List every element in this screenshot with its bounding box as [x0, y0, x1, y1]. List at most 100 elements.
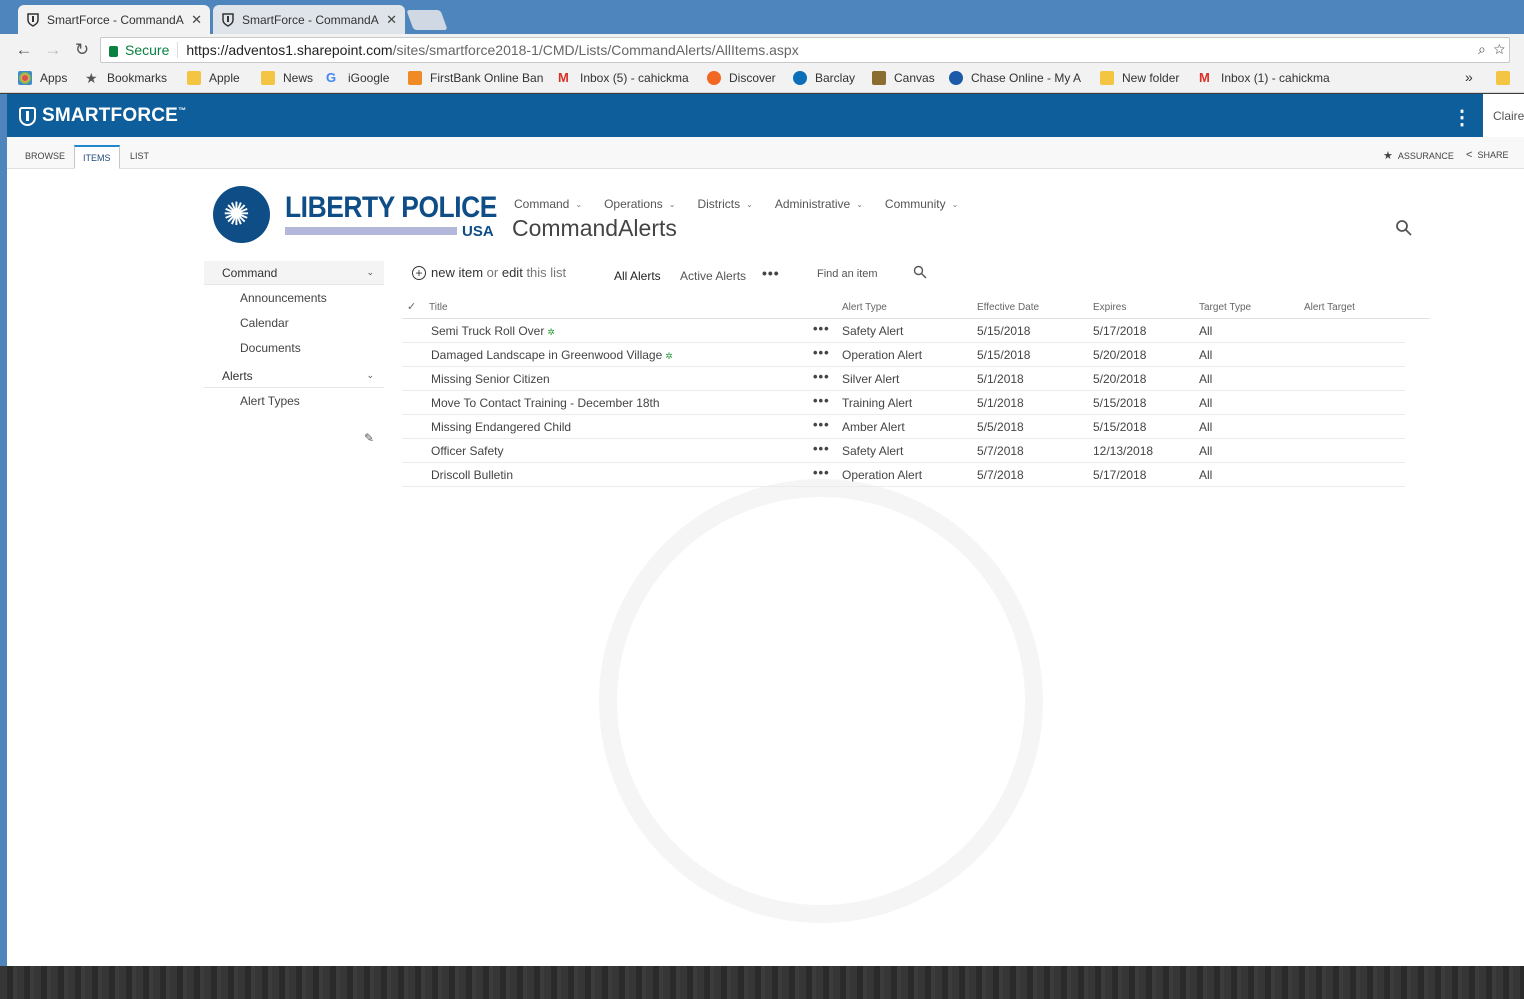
leftnav-item-announcements[interactable]: Announcements	[204, 285, 384, 310]
bookmark-barclay[interactable]: Barclay	[793, 71, 855, 85]
leftnav-command-header[interactable]: Command ⌄	[204, 261, 384, 285]
view-all-alerts[interactable]: All Alerts	[614, 269, 661, 283]
nav-administrative[interactable]: Administrative ⌄	[775, 197, 863, 211]
address-bar[interactable]: Secure https://adventos1.sharepoint.com/…	[100, 37, 1510, 63]
bookmark-apps[interactable]: Apps	[18, 71, 67, 85]
nav-operations[interactable]: Operations ⌄	[604, 197, 675, 211]
tab-browse[interactable]: BROWSE	[17, 145, 73, 169]
nav-label: Community	[884, 197, 946, 211]
select-all-checkmark-icon[interactable]: ✓	[407, 300, 416, 313]
user-account[interactable]: Claire H	[1483, 94, 1524, 137]
leftnav-alerts-header[interactable]: Alerts ⌄	[204, 364, 384, 388]
back-arrow-icon[interactable]: ←	[14, 40, 34, 60]
chevron-down-icon[interactable]: ⌄	[366, 370, 374, 381]
table-row[interactable]: Semi Truck Roll Over ✲ ••• Safety Alert 5/15…	[402, 319, 1405, 343]
leftnav-item-documents[interactable]: Documents	[204, 335, 384, 360]
share-button[interactable]: < SHARE	[1466, 149, 1508, 161]
alert-type-cell: Amber Alert	[842, 420, 905, 434]
other-bookmarks[interactable]	[1496, 71, 1518, 85]
bookmark-firstbank[interactable]: FirstBank Online Ban	[408, 71, 543, 85]
leftnav-item-calendar[interactable]: Calendar	[204, 310, 384, 335]
close-tab-icon[interactable]: ✕	[386, 12, 397, 28]
title-cell[interactable]: Semi Truck Roll Over ✲	[431, 324, 555, 338]
reload-icon[interactable]: ↻	[72, 40, 92, 60]
edit-link[interactable]: edit	[502, 265, 523, 280]
column-title[interactable]: Title	[429, 302, 448, 313]
bookmark-apple[interactable]: Apple	[187, 71, 240, 85]
target-type-cell: All	[1199, 372, 1212, 386]
bookmark-label: Inbox (5) - cahickma	[580, 71, 689, 85]
site-logo[interactable]: ✺ LIBERTY POLICE USA	[213, 186, 497, 243]
item-menu-icon[interactable]: •••	[813, 393, 830, 408]
bookmark-igoogle[interactable]: GiGoogle	[326, 71, 389, 86]
table-row[interactable]: Officer Safety ••• Safety Alert 5/7/2018 12/…	[402, 439, 1405, 463]
tab-list[interactable]: LIST	[122, 145, 157, 169]
column-alert-type[interactable]: Alert Type	[842, 302, 887, 313]
bookmark-inbox-5[interactable]: M Inbox (5) - cahickma	[558, 71, 689, 86]
item-menu-icon[interactable]: •••	[813, 345, 830, 360]
more-views-icon[interactable]: •••	[762, 265, 780, 281]
browser-tab-inactive[interactable]: SmartForce - CommandA ✕	[213, 5, 405, 34]
table-row[interactable]: Missing Senior Citizen ••• Silver Alert 5/1…	[402, 367, 1405, 391]
bookmark-star-icon[interactable]: ☆	[1494, 41, 1505, 57]
search-icon[interactable]	[1395, 219, 1413, 237]
zoom-icon[interactable]: ⌕	[1478, 41, 1486, 57]
title-cell[interactable]: Driscoll Bulletin	[431, 468, 513, 482]
forward-arrow-icon[interactable]: →	[43, 40, 63, 60]
tab-items[interactable]: ITEMS	[74, 145, 120, 169]
item-menu-icon[interactable]: •••	[813, 417, 830, 432]
table-row[interactable]: Damaged Landscape in Greenwood Village ✲ •…	[402, 343, 1405, 367]
item-menu-icon[interactable]: •••	[813, 441, 830, 456]
chevron-down-icon[interactable]: ⌄	[366, 267, 374, 278]
view-active-alerts[interactable]: Active Alerts	[680, 269, 746, 283]
bookmark-canvas[interactable]: Canvas	[872, 71, 935, 85]
bookmark-bookmarks[interactable]: ★ Bookmarks	[85, 71, 167, 85]
title-cell[interactable]: Damaged Landscape in Greenwood Village ✲	[431, 348, 673, 362]
bookmark-discover[interactable]: Discover	[707, 71, 776, 85]
table-row[interactable]: Driscoll Bulletin ••• Operation Alert 5/7/2…	[402, 463, 1405, 487]
browser-tab-title: SmartForce - CommandA	[47, 12, 184, 27]
title-cell[interactable]: Missing Senior Citizen	[431, 372, 550, 386]
column-effective-date[interactable]: Effective Date	[977, 302, 1039, 313]
target-type-cell-text: All	[1199, 420, 1213, 434]
bookmark-chase[interactable]: Chase Online - My A	[949, 71, 1081, 85]
new-tab-button[interactable]	[406, 10, 448, 30]
title-cell[interactable]: Missing Endangered Child	[431, 420, 571, 434]
column-alert-target[interactable]: Alert Target	[1304, 302, 1355, 313]
smartforce-brand[interactable]: SMARTFORCE ™	[19, 105, 186, 127]
secure-indicator[interactable]: Secure	[101, 42, 179, 58]
column-expires[interactable]: Expires	[1093, 302, 1126, 313]
expires-cell-text: 5/17/2018	[1093, 468, 1147, 482]
leftnav-item-alert-types[interactable]: Alert Types	[204, 388, 384, 413]
more-options-icon[interactable]: ⋮	[1452, 105, 1472, 130]
assurance-button[interactable]: ★ ASSURANCE	[1383, 149, 1454, 162]
bookmark-new-folder[interactable]: New folder	[1100, 71, 1179, 85]
item-menu-icon[interactable]: •••	[813, 321, 830, 336]
item-menu-icon[interactable]: •••	[813, 465, 830, 480]
search-icon[interactable]	[913, 265, 927, 279]
new-item-button[interactable]: + new item or edit this list	[412, 265, 566, 280]
table-row[interactable]: Move To Contact Training - December 18th…	[402, 391, 1405, 415]
expires-cell-text: 5/15/2018	[1093, 396, 1147, 410]
title-cell[interactable]: Officer Safety	[431, 444, 503, 458]
effective-date-cell: 5/1/2018	[977, 372, 1024, 386]
column-target-type[interactable]: Target Type	[1199, 302, 1251, 313]
bookmark-inbox-1[interactable]: M Inbox (1) - cahickma	[1199, 71, 1330, 86]
target-type-cell: All	[1199, 468, 1212, 482]
find-item-input[interactable]: Find an item	[817, 268, 878, 280]
target-type-cell: All	[1199, 444, 1212, 458]
nav-community[interactable]: Community ⌄	[885, 197, 958, 211]
table-row[interactable]: Missing Endangered Child ••• Amber Alert 5/…	[402, 415, 1405, 439]
bookmarks-overflow[interactable]: »	[1465, 69, 1473, 85]
nav-districts[interactable]: Districts ⌄	[697, 197, 752, 211]
alert-type-cell-text: Operation Alert	[842, 348, 923, 362]
edit-links-icon[interactable]: ✎	[364, 431, 374, 445]
title-cell[interactable]: Move To Contact Training - December 18th	[431, 396, 660, 410]
shield-favicon-icon	[222, 12, 234, 27]
bookmark-news[interactable]: News	[261, 71, 313, 85]
browser-tab-active[interactable]: SmartForce - CommandA ✕	[18, 5, 210, 34]
item-menu-icon[interactable]: •••	[813, 369, 830, 384]
effective-date-cell-text: 5/15/2018	[977, 324, 1031, 338]
nav-command[interactable]: Command ⌄	[514, 197, 582, 211]
close-tab-icon[interactable]: ✕	[191, 12, 202, 28]
